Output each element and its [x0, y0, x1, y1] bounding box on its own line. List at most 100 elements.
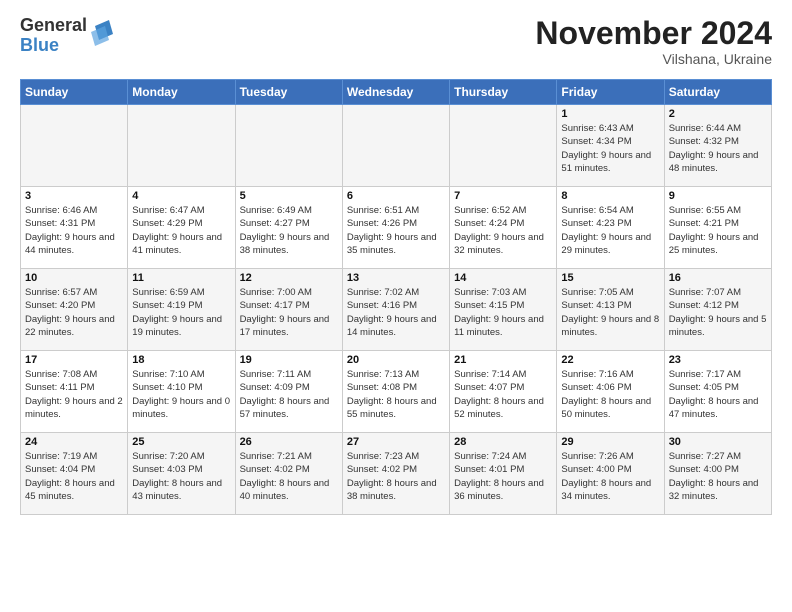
logo-icon — [91, 20, 113, 53]
table-row: 9 Sunrise: 6:55 AM Sunset: 4:21 PM Daylig… — [664, 187, 771, 269]
header: General Blue November 2024 Vilshana, Ukr… — [20, 16, 772, 67]
col-saturday: Saturday — [664, 80, 771, 105]
table-row — [235, 105, 342, 187]
day-number: 12 — [240, 272, 338, 284]
col-monday: Monday — [128, 80, 235, 105]
day-number: 8 — [561, 190, 659, 202]
day-info: Sunrise: 7:17 AM Sunset: 4:05 PM Dayligh… — [669, 368, 767, 421]
day-info: Sunrise: 7:00 AM Sunset: 4:17 PM Dayligh… — [240, 286, 338, 339]
day-number: 30 — [669, 436, 767, 448]
day-info: Sunrise: 7:14 AM Sunset: 4:07 PM Dayligh… — [454, 368, 552, 421]
table-row: 3 Sunrise: 6:46 AM Sunset: 4:31 PM Daylig… — [21, 187, 128, 269]
day-number: 25 — [132, 436, 230, 448]
calendar-week-row: 10 Sunrise: 6:57 AM Sunset: 4:20 PM Dayli… — [21, 269, 772, 351]
table-row: 5 Sunrise: 6:49 AM Sunset: 4:27 PM Daylig… — [235, 187, 342, 269]
day-info: Sunrise: 7:26 AM Sunset: 4:00 PM Dayligh… — [561, 450, 659, 503]
table-row: 22 Sunrise: 7:16 AM Sunset: 4:06 PM Dayli… — [557, 351, 664, 433]
day-number: 15 — [561, 272, 659, 284]
table-row: 1 Sunrise: 6:43 AM Sunset: 4:34 PM Daylig… — [557, 105, 664, 187]
day-number: 10 — [25, 272, 123, 284]
day-number: 21 — [454, 354, 552, 366]
day-info: Sunrise: 6:59 AM Sunset: 4:19 PM Dayligh… — [132, 286, 230, 339]
calendar-week-row: 1 Sunrise: 6:43 AM Sunset: 4:34 PM Daylig… — [21, 105, 772, 187]
day-info: Sunrise: 7:24 AM Sunset: 4:01 PM Dayligh… — [454, 450, 552, 503]
day-info: Sunrise: 6:52 AM Sunset: 4:24 PM Dayligh… — [454, 204, 552, 257]
logo: General Blue — [20, 16, 113, 56]
calendar-week-row: 17 Sunrise: 7:08 AM Sunset: 4:11 PM Dayli… — [21, 351, 772, 433]
col-friday: Friday — [557, 80, 664, 105]
day-number: 24 — [25, 436, 123, 448]
table-row: 6 Sunrise: 6:51 AM Sunset: 4:26 PM Daylig… — [342, 187, 449, 269]
day-number: 6 — [347, 190, 445, 202]
day-number: 27 — [347, 436, 445, 448]
table-row: 28 Sunrise: 7:24 AM Sunset: 4:01 PM Dayli… — [450, 433, 557, 515]
table-row: 21 Sunrise: 7:14 AM Sunset: 4:07 PM Dayli… — [450, 351, 557, 433]
month-title: November 2024 — [535, 16, 772, 51]
day-info: Sunrise: 6:44 AM Sunset: 4:32 PM Dayligh… — [669, 122, 767, 175]
day-info: Sunrise: 7:21 AM Sunset: 4:02 PM Dayligh… — [240, 450, 338, 503]
col-thursday: Thursday — [450, 80, 557, 105]
day-info: Sunrise: 6:46 AM Sunset: 4:31 PM Dayligh… — [25, 204, 123, 257]
day-info: Sunrise: 6:43 AM Sunset: 4:34 PM Dayligh… — [561, 122, 659, 175]
table-row: 7 Sunrise: 6:52 AM Sunset: 4:24 PM Daylig… — [450, 187, 557, 269]
table-row: 27Sunrise: 7:23 AM Sunset: 4:02 PM Dayli… — [342, 433, 449, 515]
day-info: Sunrise: 6:55 AM Sunset: 4:21 PM Dayligh… — [669, 204, 767, 257]
logo-general-text: General — [20, 16, 87, 36]
day-number: 22 — [561, 354, 659, 366]
table-row: 12 Sunrise: 7:00 AM Sunset: 4:17 PM Dayli… — [235, 269, 342, 351]
table-row: 10 Sunrise: 6:57 AM Sunset: 4:20 PM Dayli… — [21, 269, 128, 351]
col-tuesday: Tuesday — [235, 80, 342, 105]
day-info: Sunrise: 7:27 AM Sunset: 4:00 PM Dayligh… — [669, 450, 767, 503]
day-number: 7 — [454, 190, 552, 202]
day-number: 23 — [669, 354, 767, 366]
table-row: 14 Sunrise: 7:03 AM Sunset: 4:15 PM Dayli… — [450, 269, 557, 351]
table-row — [21, 105, 128, 187]
day-info: Sunrise: 7:16 AM Sunset: 4:06 PM Dayligh… — [561, 368, 659, 421]
day-info: Sunrise: 7:11 AM Sunset: 4:09 PM Dayligh… — [240, 368, 338, 421]
table-row: 25 Sunrise: 7:20 AM Sunset: 4:03 PM Dayli… — [128, 433, 235, 515]
day-info: Sunrise: 6:51 AM Sunset: 4:26 PM Dayligh… — [347, 204, 445, 257]
day-number: 14 — [454, 272, 552, 284]
day-info: Sunrise: 7:02 AM Sunset: 4:16 PM Dayligh… — [347, 286, 445, 339]
day-number: 28 — [454, 436, 552, 448]
day-number: 29 — [561, 436, 659, 448]
day-number: 17 — [25, 354, 123, 366]
day-info: Sunrise: 7:20 AM Sunset: 4:03 PM Dayligh… — [132, 450, 230, 503]
day-number: 2 — [669, 108, 767, 120]
calendar-week-row: 24Sunrise: 7:19 AM Sunset: 4:04 PM Dayli… — [21, 433, 772, 515]
logo-text: General Blue — [20, 16, 87, 56]
day-number: 13 — [347, 272, 445, 284]
day-number: 9 — [669, 190, 767, 202]
day-info: Sunrise: 6:47 AM Sunset: 4:29 PM Dayligh… — [132, 204, 230, 257]
table-row — [342, 105, 449, 187]
table-row — [128, 105, 235, 187]
day-info: Sunrise: 6:54 AM Sunset: 4:23 PM Dayligh… — [561, 204, 659, 257]
col-wednesday: Wednesday — [342, 80, 449, 105]
day-number: 26 — [240, 436, 338, 448]
day-info: Sunrise: 7:08 AM Sunset: 4:11 PM Dayligh… — [25, 368, 123, 421]
calendar-header-row: Sunday Monday Tuesday Wednesday Thursday… — [21, 80, 772, 105]
location: Vilshana, Ukraine — [535, 51, 772, 67]
day-info: Sunrise: 6:57 AM Sunset: 4:20 PM Dayligh… — [25, 286, 123, 339]
day-info: Sunrise: 7:07 AM Sunset: 4:12 PM Dayligh… — [669, 286, 767, 339]
table-row: 4 Sunrise: 6:47 AM Sunset: 4:29 PM Daylig… — [128, 187, 235, 269]
day-number: 3 — [25, 190, 123, 202]
table-row: 17 Sunrise: 7:08 AM Sunset: 4:11 PM Dayli… — [21, 351, 128, 433]
table-row: 11Sunrise: 6:59 AM Sunset: 4:19 PM Dayli… — [128, 269, 235, 351]
page-container: General Blue November 2024 Vilshana, Ukr… — [0, 0, 792, 525]
day-number: 5 — [240, 190, 338, 202]
day-number: 1 — [561, 108, 659, 120]
day-info: Sunrise: 7:13 AM Sunset: 4:08 PM Dayligh… — [347, 368, 445, 421]
title-block: November 2024 Vilshana, Ukraine — [535, 16, 772, 67]
day-info: Sunrise: 6:49 AM Sunset: 4:27 PM Dayligh… — [240, 204, 338, 257]
day-number: 18 — [132, 354, 230, 366]
table-row: 18Sunrise: 7:10 AM Sunset: 4:10 PM Dayli… — [128, 351, 235, 433]
table-row: 23 Sunrise: 7:17 AM Sunset: 4:05 PM Dayli… — [664, 351, 771, 433]
table-row — [450, 105, 557, 187]
table-row: 19 Sunrise: 7:11 AM Sunset: 4:09 PM Dayli… — [235, 351, 342, 433]
day-number: 19 — [240, 354, 338, 366]
day-number: 4 — [132, 190, 230, 202]
table-row: 2 Sunrise: 6:44 AM Sunset: 4:32 PM Daylig… — [664, 105, 771, 187]
day-info: Sunrise: 7:03 AM Sunset: 4:15 PM Dayligh… — [454, 286, 552, 339]
table-row: 13 Sunrise: 7:02 AM Sunset: 4:16 PM Dayli… — [342, 269, 449, 351]
